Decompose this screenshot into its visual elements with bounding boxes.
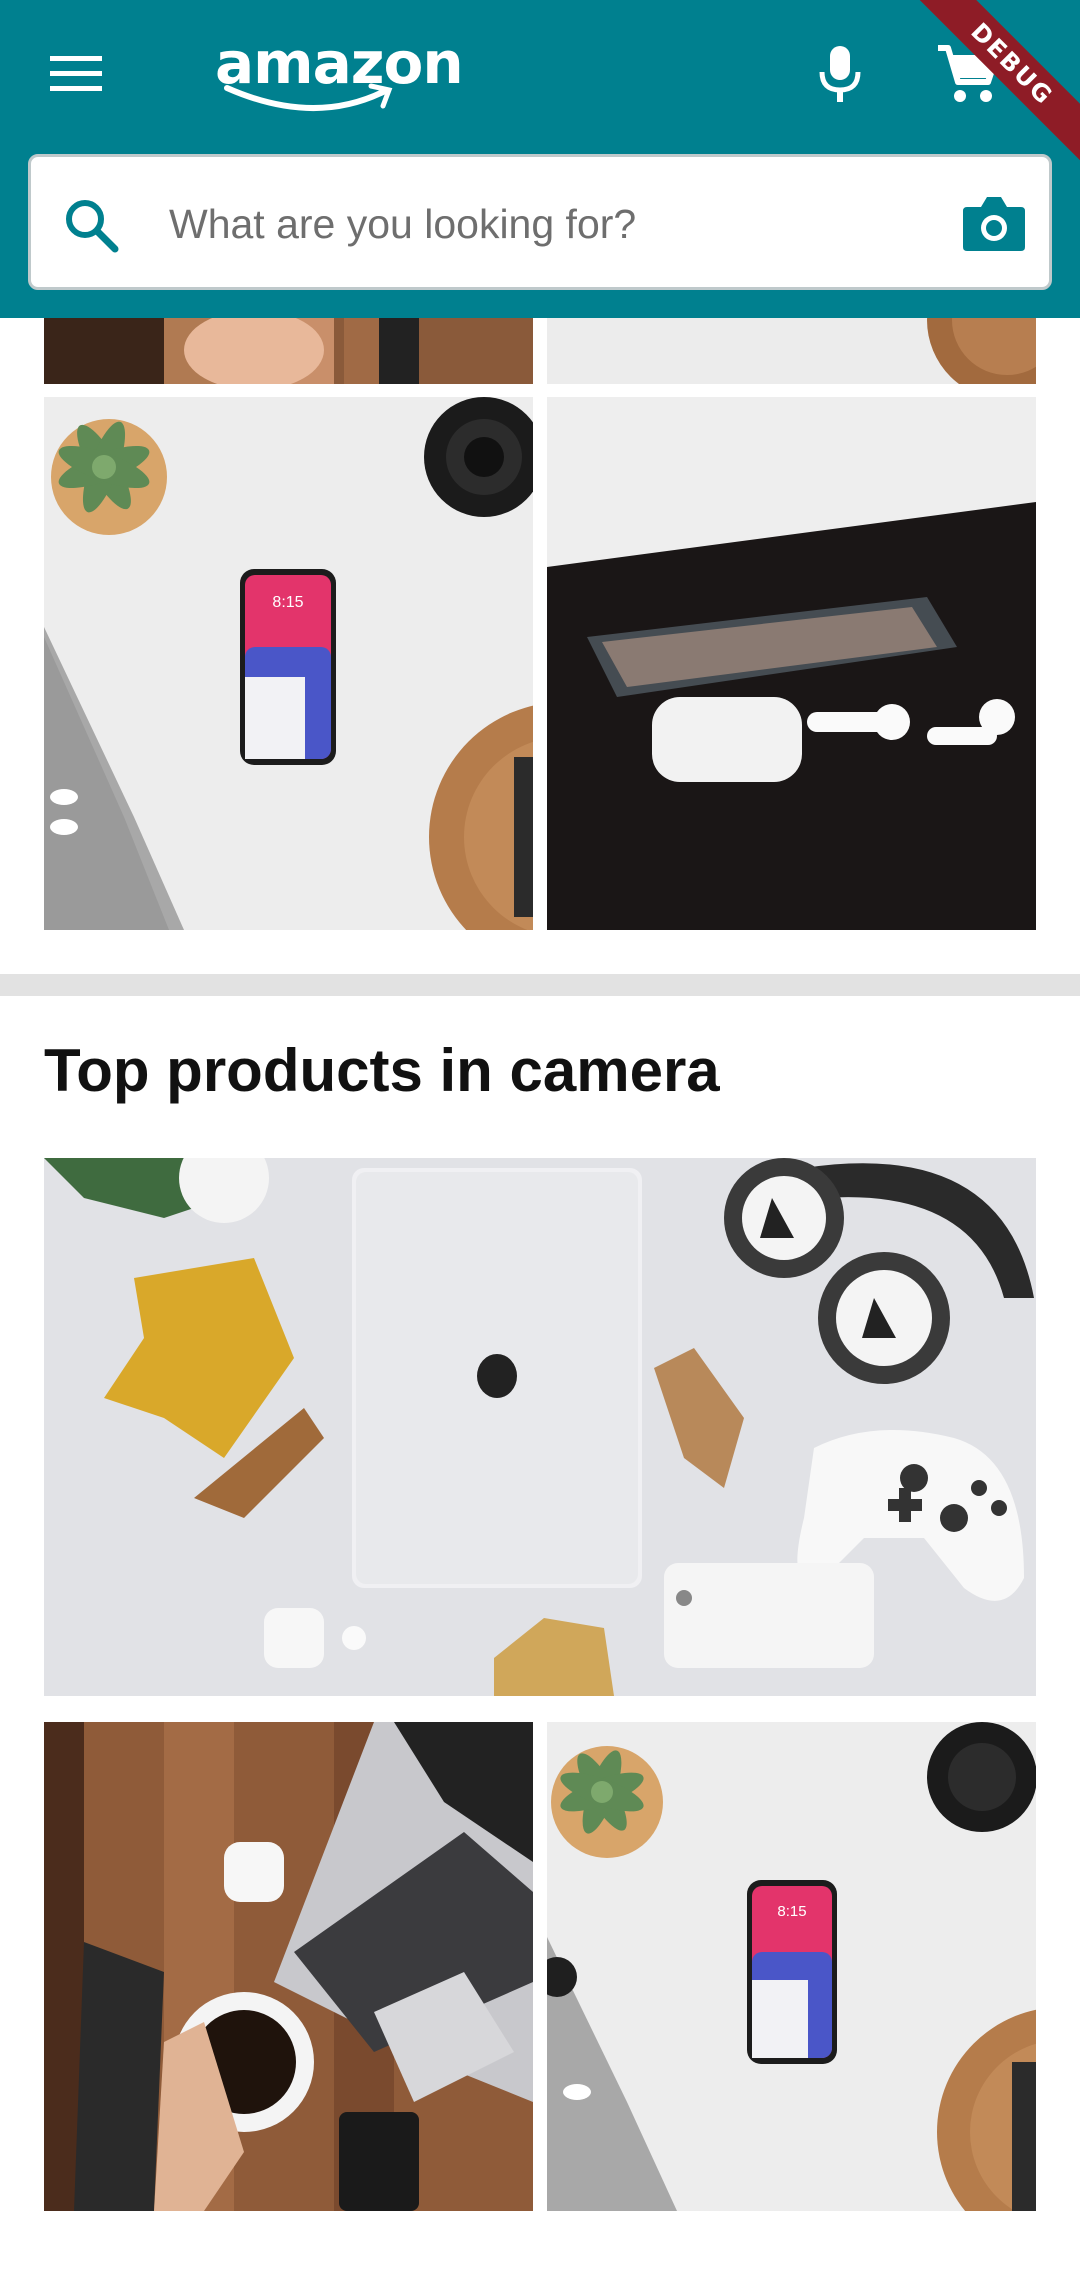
product-image-iphone-desk-2[interactable]: 8:15: [547, 1722, 1036, 2211]
amazon-logo[interactable]: amazon: [215, 28, 464, 118]
product-image-coffee-laptop-2[interactable]: [44, 1722, 533, 2211]
search-bar[interactable]: [28, 154, 1052, 290]
mic-icon: [818, 44, 862, 109]
svg-text:8:15: 8:15: [272, 594, 303, 611]
product-image-macbook-flatlay[interactable]: [44, 1158, 1036, 1696]
svg-text:8:15: 8:15: [777, 1903, 806, 1920]
app-bar: amazon DEBUG What are you looking for?: [0, 0, 1080, 318]
search-input[interactable]: [169, 185, 929, 263]
camera-icon[interactable]: [961, 193, 1027, 253]
menu-button[interactable]: [36, 44, 116, 108]
menu-icon: [50, 54, 102, 99]
logo-smile-icon: [224, 83, 393, 112]
product-image-iphone-desk[interactable]: 8:15: [44, 397, 533, 930]
product-image-iphone-airpods[interactable]: [547, 397, 1036, 930]
search-icon[interactable]: [61, 195, 121, 255]
section-divider: [0, 974, 1080, 996]
section-title: Top products in camera: [44, 1037, 720, 1104]
voice-search-button[interactable]: [800, 40, 880, 112]
page: 8:15 Top products in camera 8:15 amazon …: [0, 0, 1080, 2280]
